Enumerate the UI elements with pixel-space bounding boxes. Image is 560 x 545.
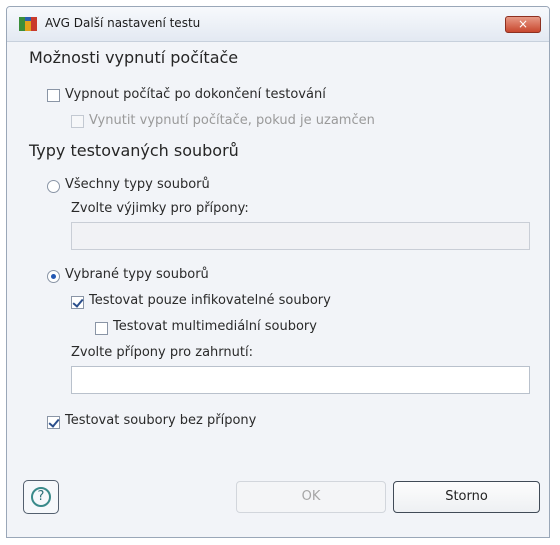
- force-shutdown-label: Vynutit vypnutí počítače, pokud je uzamč…: [89, 113, 375, 128]
- multimedia-label[interactable]: Testovat multimediální soubory: [113, 319, 317, 334]
- all-types-label[interactable]: Všechny typy souborů: [65, 177, 210, 192]
- selected-types-label[interactable]: Vybrané typy souborů: [65, 267, 209, 282]
- inclusions-label: Zvolte přípony pro zahrnutí:: [71, 345, 253, 360]
- cancel-button[interactable]: Storno: [393, 481, 540, 513]
- help-icon: ?: [31, 487, 51, 507]
- ok-button[interactable]: OK: [236, 481, 386, 513]
- filetypes-heading: Typy testovaných souborů: [29, 141, 239, 160]
- help-button[interactable]: ?: [23, 480, 59, 514]
- no-extension-label[interactable]: Testovat soubory bez přípony: [65, 413, 256, 428]
- all-types-radio[interactable]: [47, 180, 60, 193]
- dialog-content: Možnosti vypnutí počítače Vypnout počíta…: [7, 42, 549, 537]
- shutdown-heading: Možnosti vypnutí počítače: [29, 48, 239, 67]
- infectable-only-label[interactable]: Testovat pouze infikovatelné soubory: [89, 293, 331, 308]
- shutdown-after-label[interactable]: Vypnout počítač po dokončení testování: [65, 87, 326, 102]
- close-button[interactable]: ×: [505, 16, 541, 33]
- infectable-only-checkbox[interactable]: [71, 296, 84, 309]
- exclusions-label: Zvolte výjimky pro přípony:: [71, 201, 249, 216]
- selected-types-radio[interactable]: [47, 270, 60, 283]
- no-extension-checkbox[interactable]: [47, 416, 60, 429]
- exclusions-input[interactable]: [71, 222, 530, 250]
- title-bar: AVG Další nastavení testu ×: [7, 7, 549, 42]
- inclusions-input[interactable]: [71, 366, 530, 394]
- close-icon: ×: [517, 17, 529, 31]
- window-title: AVG Další nastavení testu: [45, 16, 201, 30]
- multimedia-checkbox[interactable]: [95, 322, 108, 335]
- avg-logo-icon: [19, 17, 37, 31]
- force-shutdown-checkbox[interactable]: [71, 115, 84, 128]
- dialog-window: AVG Další nastavení testu × Možnosti vyp…: [6, 6, 550, 538]
- shutdown-after-checkbox[interactable]: [47, 89, 60, 102]
